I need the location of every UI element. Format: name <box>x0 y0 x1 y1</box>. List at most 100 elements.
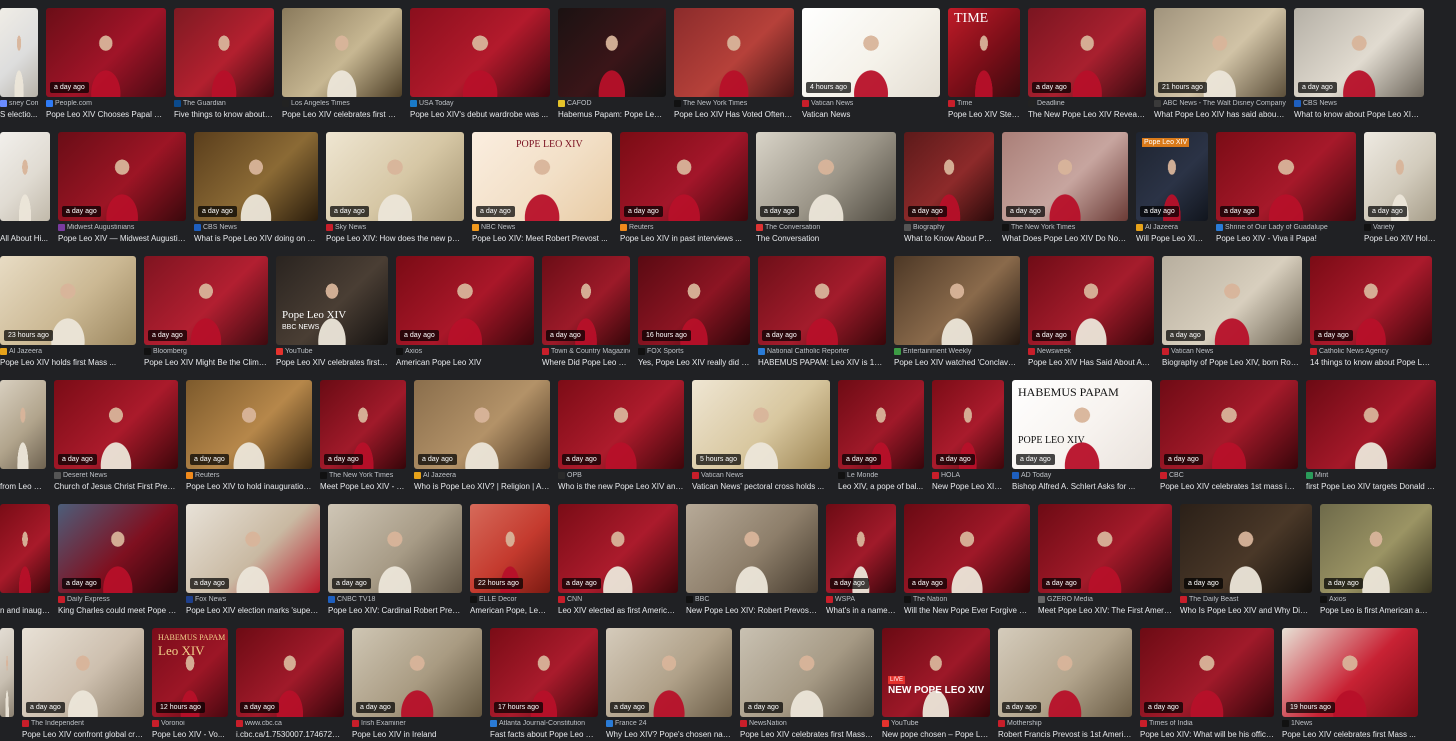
result-title[interactable]: Pope Leo XIV celebrates 1st mass in ... <box>1160 482 1298 491</box>
result-source[interactable]: WSPA <box>826 596 896 603</box>
result-title[interactable]: Where Did Pope Leo X... <box>542 358 630 367</box>
result-title[interactable]: Will Pope Leo XIV ... <box>1136 234 1208 243</box>
image-result-card[interactable]: 5 hours ago Vatican News Vatican News' pec… <box>692 380 830 492</box>
result-thumbnail[interactable]: a day ago <box>904 132 994 221</box>
result-thumbnail[interactable] <box>0 380 46 469</box>
result-source[interactable]: Atlanta Journal-Constitution <box>490 720 598 727</box>
result-thumbnail[interactable]: a day ago <box>826 504 896 593</box>
result-source[interactable]: Deadline <box>1028 100 1146 107</box>
result-title[interactable]: American Pope Leo XIV <box>396 358 534 367</box>
result-source[interactable]: CNN <box>558 596 678 603</box>
image-result-card[interactable]: a day ago Fox News Pope Leo XIV election m… <box>186 504 320 616</box>
result-title[interactable]: Pope Leo XIV in Ireland <box>352 730 482 739</box>
result-thumbnail[interactable]: a day ago HABEMUS PAPAM POPE LEO XIV <box>1012 380 1152 469</box>
image-result-card[interactable]: CAFOD Habemus Papam: Pope Leo ... <box>558 8 666 120</box>
result-thumbnail[interactable] <box>0 132 50 221</box>
result-thumbnail[interactable]: a day ago <box>838 380 924 469</box>
result-title[interactable]: Pope Leo XIV watched 'Conclave' s... <box>894 358 1020 367</box>
result-source[interactable]: The Daily Beast <box>1180 596 1312 603</box>
result-thumbnail[interactable]: a day ago <box>22 628 144 717</box>
image-result-card[interactable]: a day ago CBS News What to know about Pope… <box>1294 8 1424 120</box>
image-result-card[interactable]: a day ago CBC Pope Leo XIV celebrates 1st … <box>1160 380 1298 492</box>
result-thumbnail[interactable]: 4 hours ago <box>802 8 940 97</box>
result-title[interactable]: What's in a name? ... <box>826 606 896 615</box>
result-source[interactable]: Midwest Augustinians <box>58 224 186 231</box>
result-title[interactable]: What Pope Leo XIV has said about ... <box>1154 110 1286 119</box>
image-result-card[interactable]: a day ago Deseret News Church of Jesus Chr… <box>54 380 178 492</box>
result-title[interactable]: Meet Pope Leo XIV: The First Americ... <box>1038 606 1172 615</box>
result-source[interactable]: YouTube <box>882 720 990 727</box>
result-source[interactable]: CBS News <box>1294 100 1424 107</box>
result-thumbnail[interactable]: a day ago <box>320 380 406 469</box>
result-thumbnail[interactable] <box>894 256 1020 345</box>
result-source[interactable]: Mothership <box>998 720 1132 727</box>
result-thumbnail[interactable]: a day ago <box>414 380 550 469</box>
result-title[interactable]: Vatican News' pectoral cross holds ... <box>692 482 830 491</box>
image-result-card[interactable]: 17 hours ago Atlanta Journal-Constitution… <box>490 628 598 740</box>
result-title[interactable]: HABEMUS PAPAM: Leo XIV is 1st ... <box>758 358 886 367</box>
image-result-card[interactable]: 12 hours ago HABEMUS PAPAM Leo XIV Voronoi P… <box>152 628 228 740</box>
image-result-card[interactable]: a day ago Times of India Pope Leo XIV: Wha… <box>1140 628 1274 740</box>
result-title[interactable]: Pope Leo XIV Holds M... <box>1364 234 1436 243</box>
result-thumbnail[interactable]: a day ago <box>194 132 318 221</box>
image-result-card[interactable]: a day ago Daily Express King Charles could… <box>58 504 178 616</box>
result-title[interactable]: Pope Leo XIV — Midwest Augustinia... <box>58 234 186 243</box>
result-thumbnail[interactable]: a day ago <box>740 628 874 717</box>
result-source[interactable]: National Catholic Reporter <box>758 348 886 355</box>
result-thumbnail[interactable]: a day ago <box>1364 132 1436 221</box>
image-result-card[interactable]: BBC New Pope Leo XIV: Robert Prevost a ..… <box>686 504 818 616</box>
result-title[interactable]: Will the New Pope Ever Forgive JD ... <box>904 606 1030 615</box>
result-thumbnail[interactable]: TIME <box>948 8 1020 97</box>
result-title[interactable]: Pope Leo XIV: What will be his official.… <box>1140 730 1274 739</box>
result-title[interactable]: The Conversation <box>756 234 896 243</box>
result-title[interactable]: King Charles could meet Pope Le... <box>58 606 178 615</box>
image-result-card[interactable] <box>0 628 14 740</box>
result-thumbnail[interactable]: a day ago <box>758 256 886 345</box>
result-title[interactable]: Yes, Pope Leo XIV really did at... <box>638 358 750 367</box>
image-result-card[interactable]: a day ago Variety Pope Leo XIV Holds M... <box>1364 132 1436 244</box>
result-source[interactable]: www.cbc.ca <box>236 720 344 727</box>
image-result-card[interactable]: a day ago The Daily Beast Who Is Pope Leo … <box>1180 504 1312 616</box>
result-thumbnail[interactable]: 16 hours ago <box>638 256 750 345</box>
image-result-card[interactable]: 16 hours ago FOX Sports Yes, Pope Leo XIV … <box>638 256 750 368</box>
image-result-card[interactable]: a day ago Reuters Pope Leo XIV in past int… <box>620 132 748 244</box>
result-source[interactable]: Axios <box>1320 596 1432 603</box>
image-result-card[interactable]: a day ago Vatican News Biography of Pope L… <box>1162 256 1302 368</box>
result-thumbnail[interactable]: 5 hours ago <box>692 380 830 469</box>
result-thumbnail[interactable]: a day ago <box>1320 504 1432 593</box>
result-thumbnail[interactable]: a day ago <box>1028 256 1154 345</box>
result-source[interactable]: Shrine of Our Lady of Guadalupe <box>1216 224 1356 231</box>
result-title[interactable]: Who is the new Pope Leo XIV and ... <box>558 482 684 491</box>
result-thumbnail[interactable]: 21 hours ago <box>1154 8 1286 97</box>
result-source[interactable]: Reuters <box>186 472 312 479</box>
result-title[interactable]: Pope Leo XIV to hold inauguration ... <box>186 482 312 491</box>
result-thumbnail[interactable]: a day ago POPE LEO XIV <box>472 132 612 221</box>
result-title[interactable]: What to Know About Po... <box>904 234 994 243</box>
image-result-card[interactable]: a day ago NewsNation Pope Leo XIV celebrat… <box>740 628 874 740</box>
result-source[interactable]: Sky News <box>326 224 464 231</box>
image-result-card[interactable]: a day ago GZERO Media Meet Pope Leo XIV: T… <box>1038 504 1172 616</box>
result-source[interactable]: Times of India <box>1140 720 1274 727</box>
image-result-card[interactable]: a day ago www.cbc.ca i.cbc.ca/1.7530007.17… <box>236 628 344 740</box>
result-thumbnail[interactable]: a day ago Pope Leo XIV <box>1136 132 1208 221</box>
result-thumbnail[interactable]: a day ago <box>1162 256 1302 345</box>
image-result-card[interactable]: a day ago Newsweek Pope Leo XIV Has Said A… <box>1028 256 1154 368</box>
result-source[interactable]: CBS News <box>194 224 318 231</box>
result-thumbnail[interactable]: a day ago <box>54 380 178 469</box>
result-title[interactable]: What to know about Pope Leo XIV - C... <box>1294 110 1424 119</box>
image-result-card[interactable]: a day ago The New York Times Meet Pope Leo… <box>320 380 406 492</box>
result-source[interactable]: The New York Times <box>1002 224 1128 231</box>
image-result-card[interactable]: a day ago Bloomberg Pope Leo XIV Might Be … <box>144 256 268 368</box>
result-source[interactable]: The Conversation <box>756 224 896 231</box>
result-thumbnail[interactable]: a day ago <box>1180 504 1312 593</box>
result-thumbnail[interactable]: a day ago <box>1160 380 1298 469</box>
image-result-card[interactable]: a day ago CBS News What is Pope Leo XIV do… <box>194 132 318 244</box>
result-thumbnail[interactable]: a day ago <box>326 132 464 221</box>
result-thumbnail[interactable] <box>174 8 274 97</box>
result-thumbnail[interactable]: LIVE NEW POPE LEO XIV <box>882 628 990 717</box>
image-result-card[interactable]: Los Angeles Times Pope Leo XIV celebrates… <box>282 8 402 120</box>
result-title[interactable]: Pope Leo XIV holds first Mass ... <box>0 358 136 367</box>
result-source[interactable]: The Guardian <box>174 100 274 107</box>
image-result-card[interactable]: 22 hours ago ELLE Decor American Pope, Leo… <box>470 504 550 616</box>
image-result-card[interactable]: Pope Leo XIV BBC NEWS YouTube Pope Leo XIV … <box>276 256 388 368</box>
